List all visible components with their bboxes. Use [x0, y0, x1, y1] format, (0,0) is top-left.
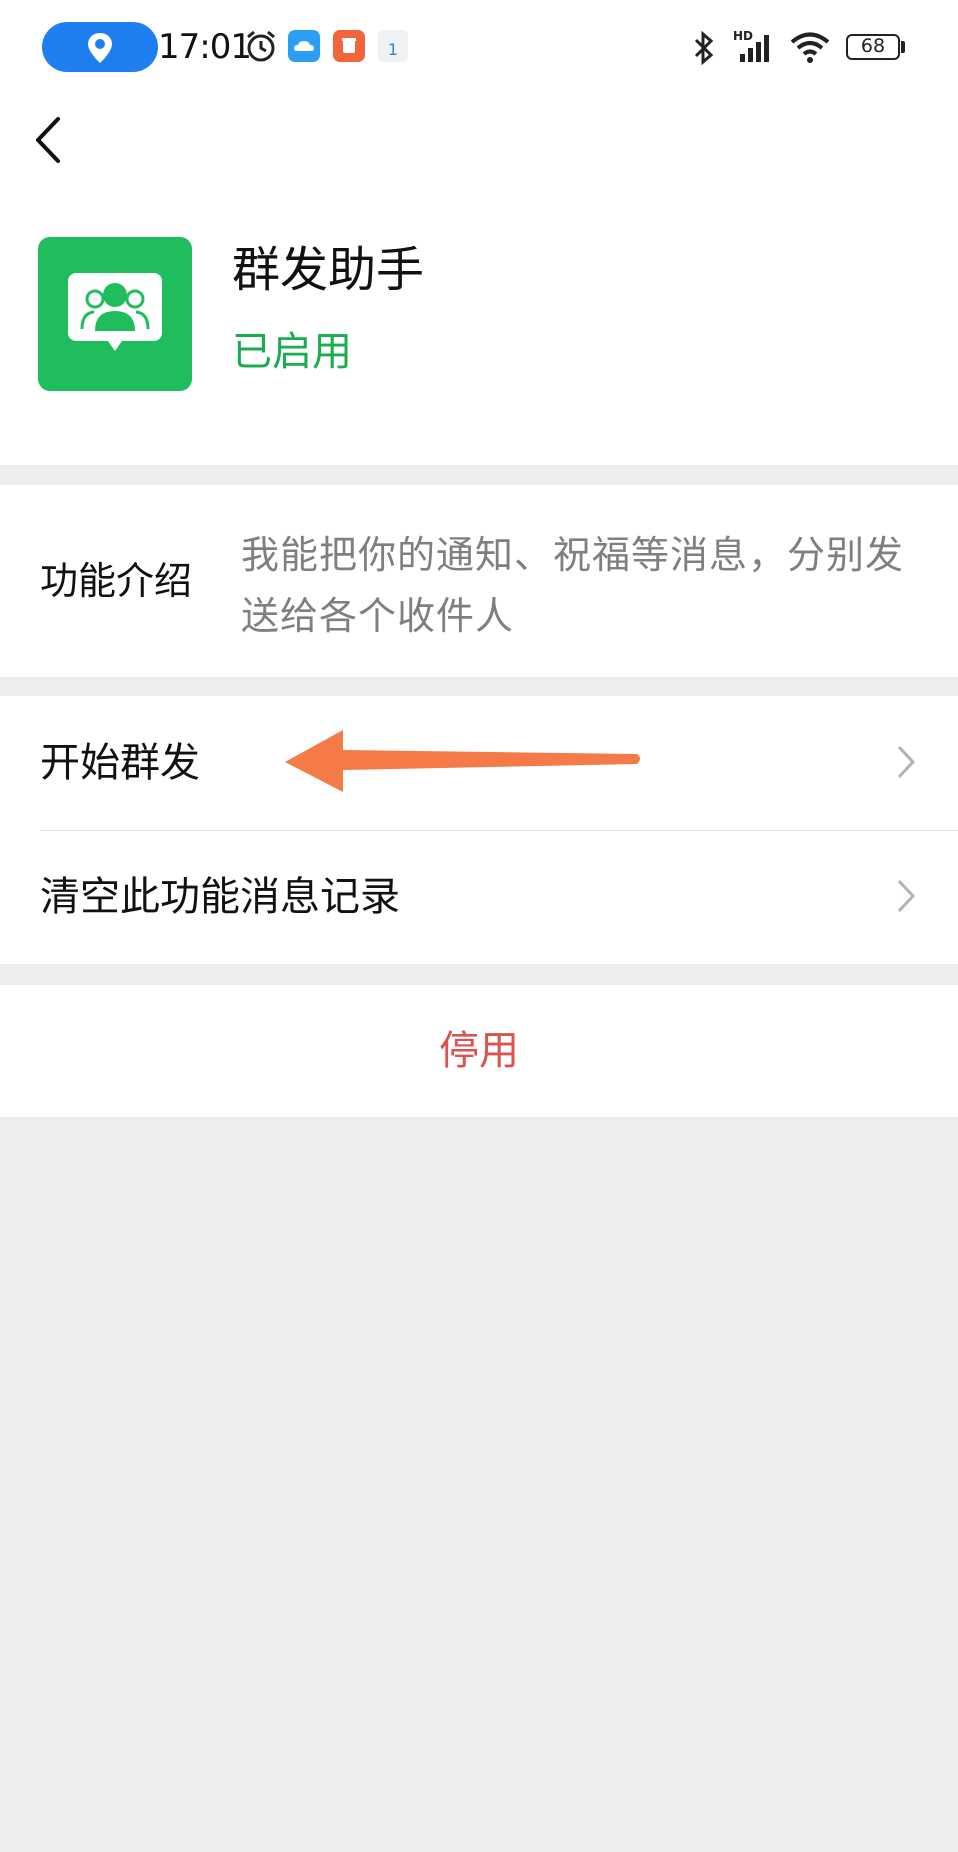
calendar-app-icon: 1 — [378, 30, 408, 62]
calendar-day: 1 — [388, 40, 398, 59]
location-icon — [88, 33, 112, 63]
location-indicator[interactable] — [42, 22, 158, 72]
cloud-app-icon — [288, 30, 320, 62]
status-bar: 17:01 1 HD 68 — [0, 0, 958, 100]
intro-label: 功能介绍 — [40, 559, 193, 603]
orange-app-icon — [333, 30, 365, 62]
battery-icon: 68 — [846, 34, 900, 60]
hd-signal-icon: HD — [733, 29, 769, 62]
intro-description: 我能把你的通知、祝福等消息，分别发送给各个收件人 — [241, 533, 905, 638]
battery-level: 68 — [860, 35, 886, 57]
app-logo — [38, 237, 192, 391]
back-button[interactable] — [30, 115, 70, 165]
chevron-right-icon — [897, 745, 916, 779]
battery-tip — [901, 41, 905, 53]
disable-button[interactable]: 停用 — [0, 985, 958, 1117]
app-title: 群发助手 — [232, 242, 425, 298]
menu-item-label: 清空此功能消息记录 — [40, 874, 400, 920]
annotation-arrow-icon — [285, 730, 640, 792]
wifi-icon — [790, 32, 830, 63]
app-status-label: 已启用 — [232, 329, 352, 375]
alarm-icon — [247, 30, 275, 62]
status-time: 17:01 — [158, 27, 252, 67]
menu-item-label: 开始群发 — [40, 740, 200, 786]
group-message-icon — [68, 273, 162, 351]
bluetooth-icon — [694, 30, 714, 66]
chevron-right-icon — [897, 879, 916, 913]
svg-text:HD: HD — [733, 29, 753, 43]
clear-history-item[interactable]: 清空此功能消息记录 — [0, 830, 958, 964]
chevron-left-icon — [36, 117, 60, 163]
